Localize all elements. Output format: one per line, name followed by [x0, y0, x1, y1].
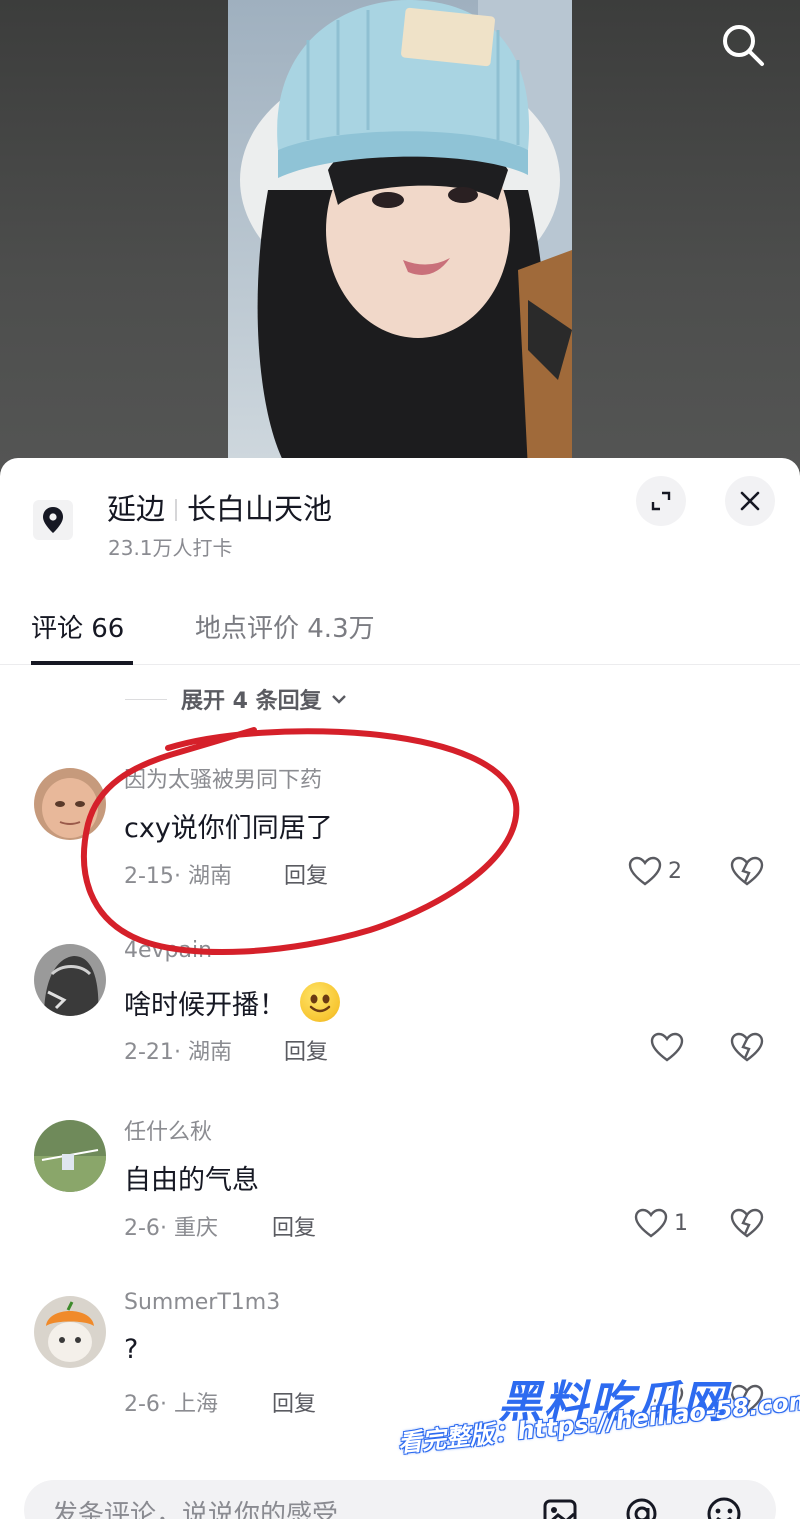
- comment-text-content: cxy说你们同居了: [124, 813, 333, 844]
- heart-icon: [634, 1208, 668, 1238]
- like-button[interactable]: [650, 1032, 690, 1062]
- comment-text-content: 自由的气息: [124, 1165, 259, 1196]
- checkin-count: 23.1万人打卡: [108, 536, 233, 560]
- broken-heart-icon: [730, 1208, 764, 1238]
- comment-meta: 2-6· 重庆: [124, 1216, 218, 1241]
- comment-region: 湖南: [187, 864, 232, 889]
- like-count: 2: [668, 858, 682, 884]
- avatar[interactable]: [34, 768, 106, 840]
- comment-sheet: 延边 长白山天池 23.1万人打卡 评论 66 地点评价 4.3万 展开 4 条回…: [0, 458, 800, 1519]
- comment-date: 2-21: [124, 1040, 174, 1065]
- reply-button[interactable]: 回复: [272, 1210, 316, 1242]
- comment-date: 2-6: [124, 1216, 160, 1241]
- avatar[interactable]: [34, 1120, 106, 1192]
- dislike-button[interactable]: [730, 1032, 764, 1066]
- comment-username[interactable]: 4evpain: [124, 938, 212, 963]
- comment-date: 2-15: [124, 864, 174, 889]
- comment-item: SummerT1m3 ? 2-6· 上海 回复: [0, 1290, 800, 1466]
- close-icon: [740, 491, 760, 511]
- broken-heart-icon: [730, 1032, 764, 1062]
- comment-date: 2-6: [124, 1392, 160, 1417]
- comment-text: cxy说你们同居了: [124, 806, 333, 845]
- tab-bar: 评论 66 地点评价 4.3万: [0, 604, 800, 665]
- comment-input-placeholder: 发条评论，说说你的感受: [52, 1500, 339, 1519]
- reply-button[interactable]: 回复: [272, 1386, 316, 1418]
- heart-icon: [628, 856, 662, 886]
- comment-meta: 2-21· 湖南: [124, 1040, 232, 1065]
- heart-icon: [650, 1032, 684, 1062]
- title-divider: [175, 499, 178, 521]
- mention-icon[interactable]: [622, 1494, 662, 1519]
- location-pin-icon: [33, 500, 73, 540]
- like-button[interactable]: [650, 1384, 690, 1414]
- reply-button[interactable]: 回复: [284, 1034, 328, 1066]
- comment-text: ?: [124, 1334, 138, 1365]
- expand-replies-button[interactable]: 展开 4 条回复: [125, 684, 350, 714]
- like-button[interactable]: 2: [628, 856, 682, 886]
- comment-meta: 2-15· 湖南: [124, 864, 232, 889]
- selfie-photo: [228, 0, 572, 470]
- broken-heart-icon: [730, 1384, 764, 1414]
- comment-text: 自由的气息: [124, 1158, 259, 1197]
- avatar[interactable]: [34, 944, 106, 1016]
- chevron-down-icon: [331, 695, 346, 704]
- emoji-icon[interactable]: [704, 1494, 744, 1519]
- dislike-button[interactable]: [730, 1384, 764, 1418]
- comment-text: 啥时候开播！: [124, 982, 340, 1022]
- comment-region: 湖南: [187, 1040, 232, 1065]
- location-city: 延边: [107, 492, 166, 526]
- like-button[interactable]: 1: [634, 1208, 688, 1238]
- comment-item: 任什么秋 自由的气息 2-6· 重庆 回复 1: [0, 1120, 800, 1290]
- active-tab-indicator: [31, 661, 133, 665]
- comment-item: 4evpain 啥时候开播！ 2-21· 湖南 回复: [0, 938, 800, 1114]
- dislike-button[interactable]: [730, 856, 764, 890]
- reply-button[interactable]: 回复: [284, 858, 328, 890]
- comment-text-content: ?: [124, 1334, 139, 1365]
- comment-region: 上海: [173, 1392, 218, 1417]
- expand-icon: [651, 491, 671, 511]
- smiling-emoji-icon: [300, 982, 340, 1022]
- video-frame[interactable]: [228, 0, 572, 470]
- comment-username[interactable]: 任什么秋: [124, 1114, 212, 1146]
- comment-text-content: 啥时候开播！: [124, 989, 286, 1021]
- search-icon[interactable]: [716, 18, 770, 72]
- comment-item: 因为太骚被男同下药 cxy说你们同居了 2-15· 湖南 回复 2: [0, 768, 800, 938]
- image-icon[interactable]: [540, 1494, 580, 1519]
- avatar[interactable]: [34, 1296, 106, 1368]
- close-button[interactable]: [725, 476, 775, 526]
- comment-meta: 2-6· 上海: [124, 1392, 218, 1417]
- like-count: 1: [674, 1210, 688, 1236]
- location-place: 长白山天池: [187, 492, 333, 526]
- dislike-button[interactable]: [730, 1208, 764, 1242]
- expand-replies-label: 展开 4 条回复: [181, 689, 322, 714]
- divider-line: [125, 698, 167, 700]
- comment-username[interactable]: SummerT1m3: [124, 1290, 280, 1315]
- comment-input[interactable]: 发条评论，说说你的感受: [24, 1480, 776, 1519]
- expand-button[interactable]: [636, 476, 686, 526]
- comment-region: 重庆: [173, 1216, 218, 1241]
- broken-heart-icon: [730, 856, 764, 886]
- heart-icon: [650, 1384, 684, 1414]
- location-title[interactable]: 延边 长白山天池: [107, 486, 332, 528]
- comment-username[interactable]: 因为太骚被男同下药: [124, 762, 322, 794]
- tab-comments[interactable]: 评论 66: [31, 608, 124, 645]
- tab-location-rating[interactable]: 地点评价 4.3万: [195, 608, 375, 645]
